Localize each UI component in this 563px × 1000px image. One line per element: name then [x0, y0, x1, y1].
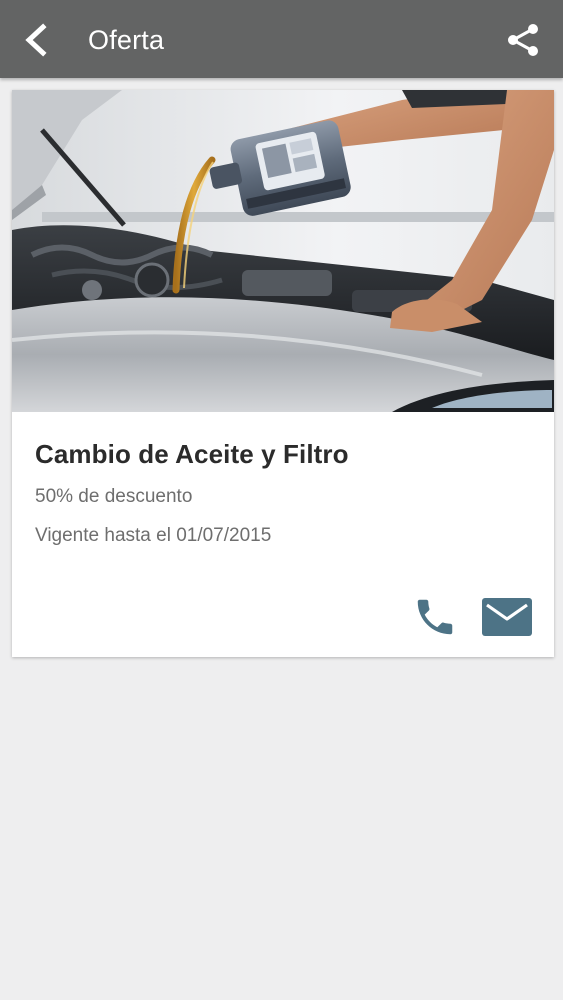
share-button[interactable]	[501, 20, 545, 60]
offer-card[interactable]: Cambio de Aceite y Filtro 50% de descuen…	[12, 90, 554, 657]
share-icon	[508, 24, 538, 56]
phone-icon	[417, 599, 453, 635]
app-bar: Oferta	[0, 0, 563, 78]
offer-validity: Vigente hasta el 01/07/2015	[35, 525, 272, 546]
back-button[interactable]	[14, 20, 58, 60]
page-title: Oferta	[88, 25, 165, 55]
offer-discount: 50% de descuento	[35, 486, 193, 507]
call-button[interactable]	[408, 592, 462, 642]
offer-image	[12, 90, 554, 412]
chevron-left-icon	[25, 23, 47, 57]
email-button[interactable]	[478, 592, 536, 642]
offer-title: Cambio de Aceite y Filtro	[35, 439, 349, 469]
email-icon	[482, 598, 532, 636]
